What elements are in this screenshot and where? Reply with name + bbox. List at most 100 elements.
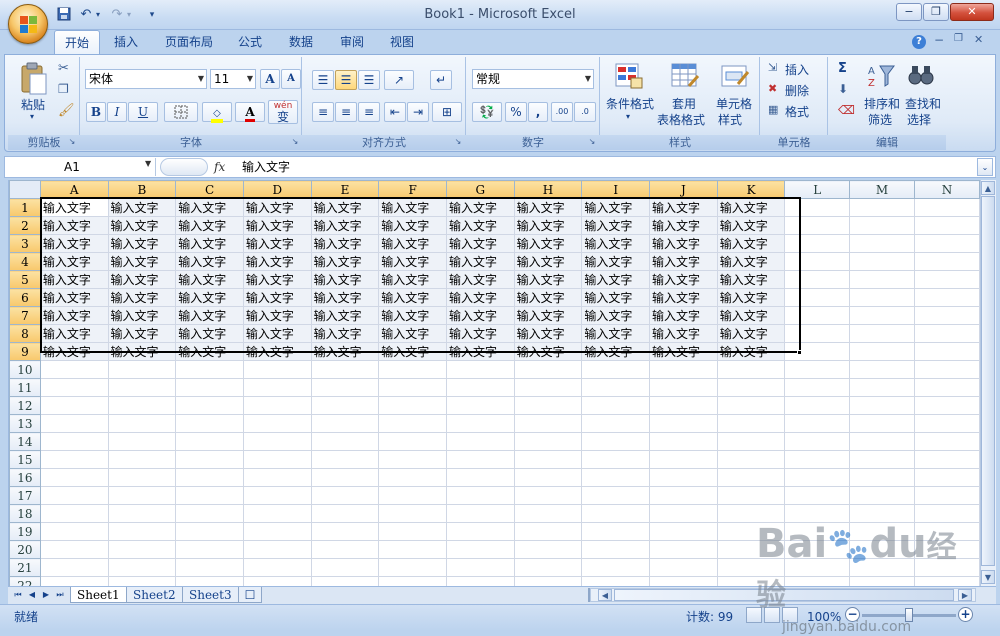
cell[interactable] <box>445 558 515 577</box>
cell[interactable] <box>784 396 851 415</box>
formula-input[interactable]: 输入文字 <box>242 158 972 176</box>
cell[interactable] <box>513 378 583 397</box>
cell[interactable]: 输入文字 <box>310 288 380 307</box>
decrease-indent-button[interactable]: ⇤ <box>384 102 406 122</box>
cell[interactable] <box>581 450 651 469</box>
cell[interactable] <box>784 378 851 397</box>
cell[interactable] <box>914 342 980 361</box>
format-as-table-button[interactable]: 表格格式 <box>657 111 705 128</box>
cell[interactable] <box>649 558 718 577</box>
cell[interactable] <box>445 540 515 559</box>
cell[interactable]: 输入文字 <box>175 342 244 361</box>
cell[interactable] <box>581 378 651 397</box>
cell[interactable] <box>242 450 312 469</box>
cell[interactable]: 输入文字 <box>513 306 583 325</box>
cell[interactable]: 输入文字 <box>581 216 651 235</box>
cell[interactable]: 输入文字 <box>242 306 312 325</box>
cell[interactable]: 输入文字 <box>107 288 177 307</box>
cell[interactable]: 输入文字 <box>649 288 718 307</box>
cell[interactable]: 输入文字 <box>378 270 447 289</box>
cell[interactable] <box>242 576 312 586</box>
cell[interactable] <box>107 522 177 541</box>
paste-dropdown-icon[interactable]: ▾ <box>30 112 34 121</box>
row-header[interactable]: 4 <box>9 252 41 271</box>
cell[interactable] <box>914 324 980 343</box>
formula-bar-splitter[interactable] <box>160 158 208 176</box>
tab-data[interactable]: 数据 <box>279 30 323 54</box>
cell[interactable] <box>175 522 244 541</box>
column-header[interactable]: A <box>39 180 109 199</box>
cell[interactable]: 输入文字 <box>310 216 380 235</box>
row-header[interactable]: 5 <box>9 270 41 289</box>
cell[interactable]: 输入文字 <box>378 306 447 325</box>
cell[interactable]: 输入文字 <box>242 270 312 289</box>
cell[interactable]: 输入文字 <box>378 216 447 235</box>
cell[interactable] <box>849 270 916 289</box>
cell[interactable] <box>175 414 244 433</box>
row-header[interactable]: 1 <box>9 198 41 217</box>
cell[interactable] <box>784 270 851 289</box>
column-header[interactable]: K <box>716 180 786 199</box>
cell[interactable] <box>107 540 177 559</box>
cell[interactable]: 输入文字 <box>716 342 786 361</box>
cell[interactable]: 输入文字 <box>107 252 177 271</box>
cell[interactable] <box>581 576 651 586</box>
row-header[interactable]: 6 <box>9 288 41 307</box>
cell[interactable] <box>849 360 916 379</box>
cell[interactable]: 输入文字 <box>649 270 718 289</box>
cell[interactable]: 输入文字 <box>513 324 583 343</box>
row-header[interactable]: 11 <box>9 378 41 397</box>
number-format-combo[interactable]: 常规 ▼ <box>472 69 594 89</box>
help-icon[interactable]: ? <box>912 35 926 49</box>
cell[interactable] <box>39 432 109 451</box>
align-middle-button[interactable]: ☰ <box>335 70 357 90</box>
conditional-formatting-button[interactable]: 条件格式 <box>606 95 654 112</box>
italic-button[interactable]: I <box>107 102 127 122</box>
cell[interactable] <box>784 414 851 433</box>
sheet-tab-sheet1[interactable]: Sheet1 <box>70 587 127 603</box>
cell[interactable] <box>378 576 447 586</box>
grow-font-button[interactable]: A <box>260 69 280 89</box>
column-header[interactable]: G <box>445 180 515 199</box>
cell[interactable]: 输入文字 <box>310 324 380 343</box>
cell[interactable] <box>310 504 380 523</box>
cell[interactable]: 输入文字 <box>39 252 109 271</box>
cell[interactable]: 输入文字 <box>107 342 177 361</box>
format-painter-icon[interactable]: 🖌 <box>58 103 75 118</box>
cell[interactable] <box>716 414 786 433</box>
chevron-down-icon[interactable]: ▼ <box>198 70 204 88</box>
cell[interactable]: 输入文字 <box>39 234 109 253</box>
font-name-combo[interactable]: 宋体 ▼ <box>85 69 207 89</box>
cell[interactable] <box>784 198 851 217</box>
row-header[interactable]: 14 <box>9 432 41 451</box>
cell[interactable] <box>445 414 515 433</box>
cell[interactable] <box>849 468 916 487</box>
cell[interactable]: 输入文字 <box>445 252 515 271</box>
cell[interactable] <box>175 468 244 487</box>
clipboard-dialog-launcher-icon[interactable]: ↘ <box>67 137 77 147</box>
alignment-dialog-launcher-icon[interactable]: ↘ <box>453 137 463 147</box>
cell[interactable]: 输入文字 <box>39 216 109 235</box>
cell[interactable] <box>242 360 312 379</box>
expand-formula-bar-icon[interactable]: ⌄ <box>977 158 993 176</box>
cell[interactable] <box>716 396 786 415</box>
cell[interactable] <box>513 486 583 505</box>
tab-review[interactable]: 审阅 <box>330 30 374 54</box>
cell[interactable] <box>378 558 447 577</box>
cell[interactable] <box>175 360 244 379</box>
cell[interactable] <box>310 396 380 415</box>
cell[interactable] <box>378 450 447 469</box>
cell[interactable] <box>914 468 980 487</box>
paste-icon[interactable] <box>18 62 50 96</box>
cell[interactable] <box>39 540 109 559</box>
cell[interactable] <box>242 396 312 415</box>
cell[interactable]: 输入文字 <box>445 324 515 343</box>
cell[interactable] <box>513 450 583 469</box>
select-all-corner[interactable] <box>9 180 41 199</box>
cell[interactable]: 输入文字 <box>175 306 244 325</box>
cell[interactable] <box>849 396 916 415</box>
cell[interactable]: 输入文字 <box>310 342 380 361</box>
cell[interactable] <box>849 414 916 433</box>
cell[interactable] <box>242 414 312 433</box>
cell[interactable] <box>175 378 244 397</box>
